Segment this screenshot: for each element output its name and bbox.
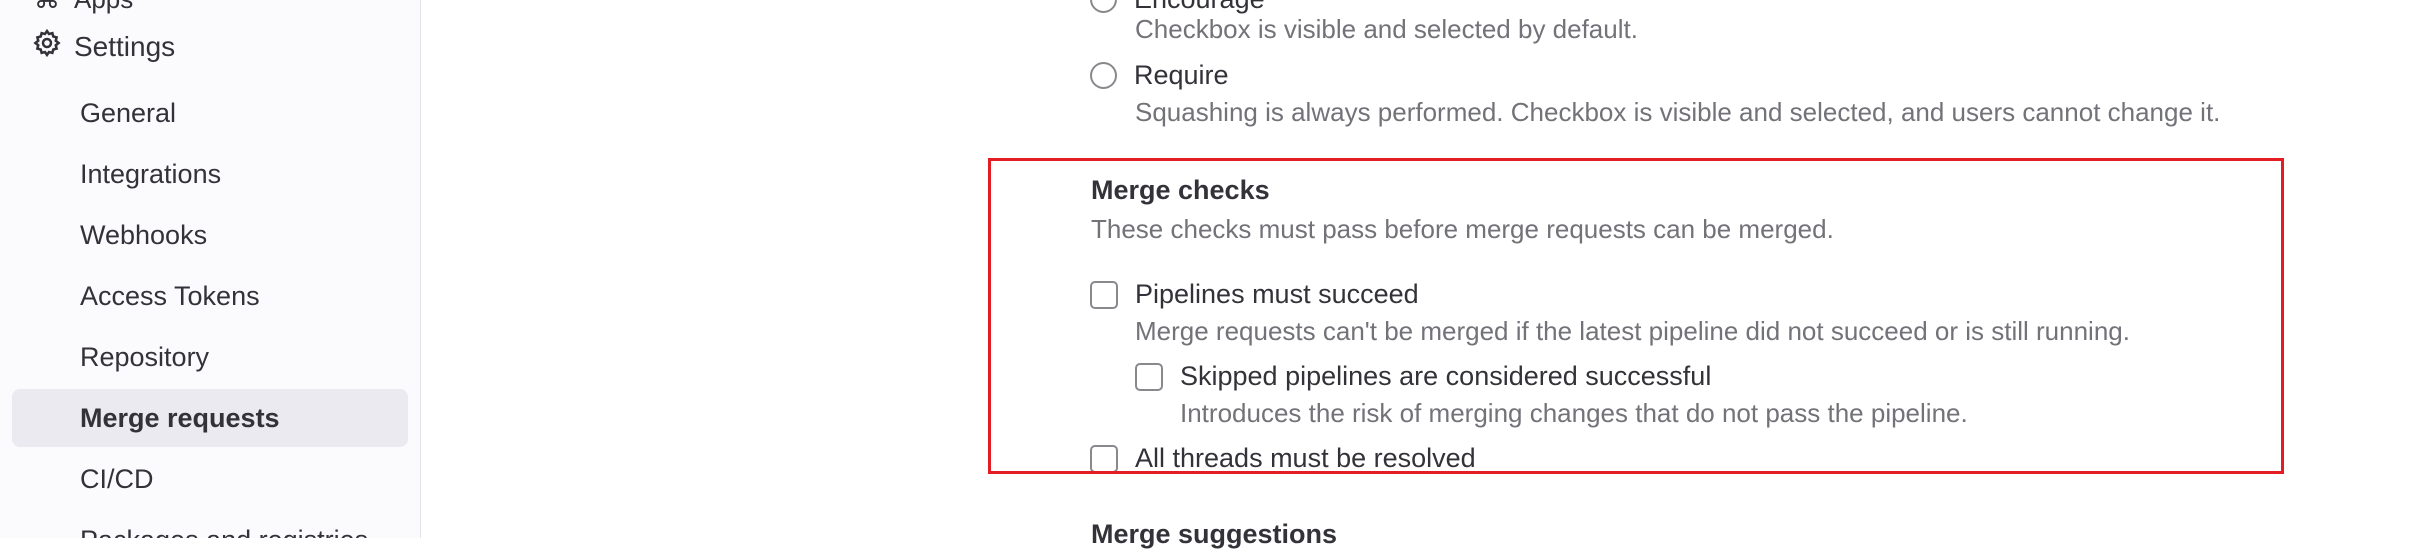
sidebar-item-label: Webhooks <box>80 219 208 250</box>
encourage-radio[interactable] <box>1090 0 1117 13</box>
settings-sidebar: ⌘ Apps Settings General Integrations Web… <box>0 0 421 538</box>
sidebar-item-label: Access Tokens <box>80 280 260 311</box>
skipped-pipelines-help: Introduces the risk of merging changes t… <box>1180 398 1968 428</box>
all-threads-resolved-option[interactable]: All threads must be resolved <box>1090 443 1476 474</box>
pipelines-must-succeed-label: Pipelines must succeed <box>1135 279 1419 309</box>
sidebar-item-integrations[interactable]: Integrations <box>12 145 408 203</box>
sidebar-item-ci-cd[interactable]: CI/CD <box>12 450 408 508</box>
sidebar-item-apps[interactable]: ⌘ Apps <box>34 0 133 15</box>
sidebar-item-merge-requests[interactable]: Merge requests <box>12 389 408 447</box>
encourage-label: Encourage <box>1134 0 1265 15</box>
sidebar-item-packages-registries[interactable]: Packages and registries <box>12 511 408 539</box>
sidebar-item-access-tokens[interactable]: Access Tokens <box>12 267 408 325</box>
skipped-pipelines-checkbox[interactable] <box>1135 362 1163 391</box>
pipelines-must-succeed-help: Merge requests can't be merged if the la… <box>1135 316 2130 346</box>
skipped-pipelines-option[interactable]: Skipped pipelines are considered success… <box>1135 361 1711 392</box>
pipelines-must-succeed-checkbox[interactable] <box>1090 280 1118 309</box>
sidebar-item-label: Apps <box>74 0 133 15</box>
require-radio[interactable] <box>1090 62 1117 89</box>
all-threads-resolved-label: All threads must be resolved <box>1135 443 1476 473</box>
sidebar-item-label: General <box>80 97 177 128</box>
sidebar-item-webhooks[interactable]: Webhooks <box>12 206 408 264</box>
settings-nav: General Integrations Webhooks Access Tok… <box>12 84 408 538</box>
require-label: Require <box>1134 60 1229 90</box>
sidebar-item-label: Integrations <box>80 158 222 189</box>
gear-icon <box>32 28 62 65</box>
skipped-pipelines-label: Skipped pipelines are considered success… <box>1180 361 1712 391</box>
sidebar-section-settings[interactable]: Settings <box>32 28 175 65</box>
pipelines-must-succeed-option[interactable]: Pipelines must succeed <box>1090 279 1419 310</box>
all-threads-resolved-checkbox[interactable] <box>1090 444 1118 473</box>
apps-icon: ⌘ <box>34 0 60 15</box>
merge-suggestions-heading: Merge suggestions <box>1091 519 1338 549</box>
squash-option-encourage[interactable]: Encourage <box>1090 0 1265 15</box>
sidebar-item-repository[interactable]: Repository <box>12 328 408 386</box>
sidebar-item-label: Packages and registries <box>80 525 368 539</box>
encourage-help-text: Checkbox is visible and selected by defa… <box>1135 14 1638 44</box>
sidebar-item-general[interactable]: General <box>12 84 408 142</box>
settings-label: Settings <box>74 30 176 62</box>
merge-checks-heading: Merge checks <box>1091 175 1270 205</box>
sidebar-item-label: CI/CD <box>80 463 154 494</box>
require-help-text: Squashing is always performed. Checkbox … <box>1135 97 2221 127</box>
squash-option-require[interactable]: Require <box>1090 60 1229 91</box>
sidebar-item-label: Merge requests <box>80 402 280 433</box>
merge-checks-description: These checks must pass before merge requ… <box>1091 214 1834 244</box>
sidebar-item-label: Repository <box>80 341 210 372</box>
